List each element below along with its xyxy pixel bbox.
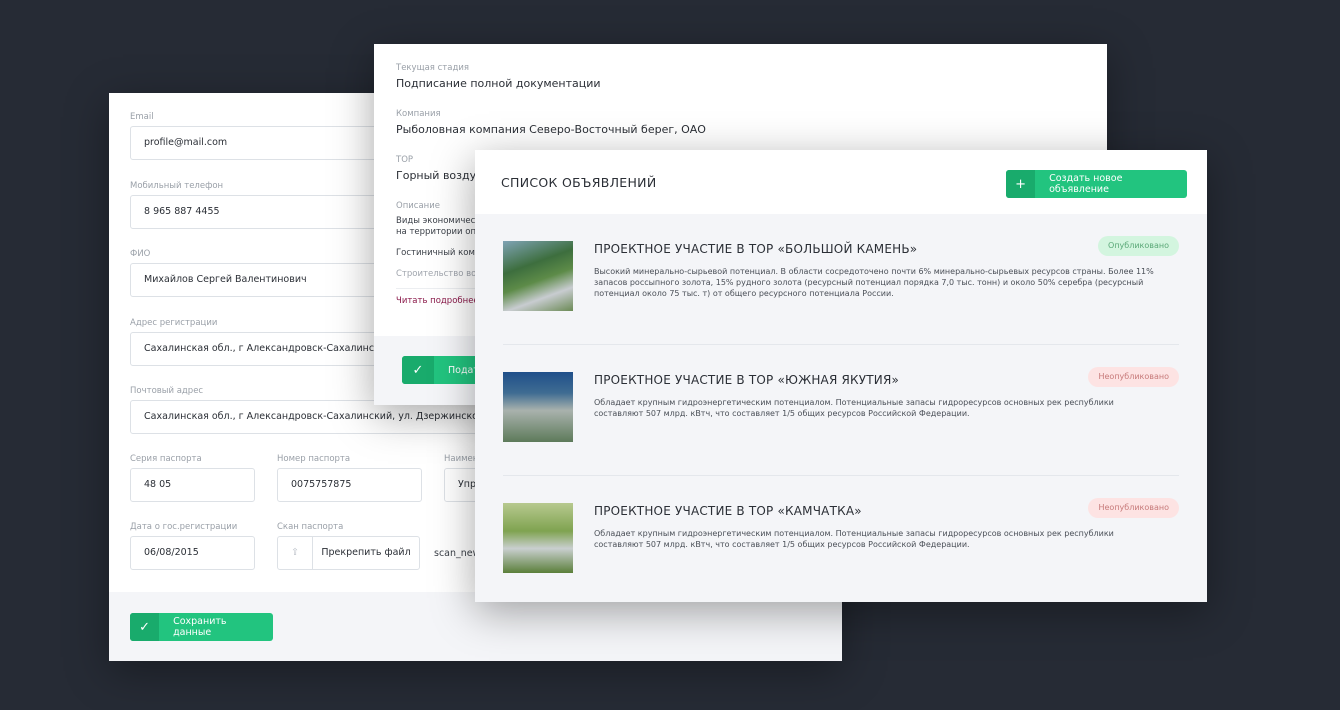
listings-card: СПИСОК ОБЪЯВЛЕНИЙ + Создать новое объявле… xyxy=(475,150,1207,602)
listing-thumbnail xyxy=(503,503,573,573)
create-listing-button[interactable]: + Создать новое объявление xyxy=(1006,170,1187,198)
read-more-link[interactable]: Читать подробнее xyxy=(396,296,479,306)
name-label: Наимен xyxy=(444,454,479,464)
reg-date-label: Дата о гос.регистрации xyxy=(130,522,238,532)
stage-value: Подписание полной документации xyxy=(396,77,601,90)
description-line: Виды экономическ xyxy=(396,216,481,226)
tor-label: ТОР xyxy=(396,155,414,165)
company-value: Рыболовная компания Северо-Восточный бер… xyxy=(396,123,706,136)
listing-title[interactable]: ПРОЕКТНОЕ УЧАСТИЕ В ТОР «БОЛЬШОЙ КАМЕНЬ» xyxy=(594,242,917,256)
listing-item[interactable]: ПРОЕКТНОЕ УЧАСТИЕ В ТОР «ЮЖНАЯ ЯКУТИЯ» О… xyxy=(503,345,1179,476)
description-line: на территории опе xyxy=(396,227,482,237)
field-label: ФИО xyxy=(130,249,151,259)
field-label: Мобильный телефон xyxy=(130,180,224,191)
reg-date-input[interactable]: 06/08/2015 xyxy=(130,536,255,570)
stage-label: Текущая стадия xyxy=(396,63,469,73)
description-item: Гостиничный комп xyxy=(396,248,481,258)
status-badge: Опубликовано xyxy=(1098,236,1179,256)
passport-number-input[interactable]: 0075757875 xyxy=(277,468,422,502)
attach-file-label: Прекрепить файл xyxy=(321,547,411,558)
status-badge: Неопубликовано xyxy=(1088,498,1179,518)
listing-item[interactable]: ПРОЕКТНОЕ УЧАСТИЕ В ТОР «БОЛЬШОЙ КАМЕНЬ»… xyxy=(503,214,1179,345)
listing-thumbnail xyxy=(503,241,573,311)
attach-file-button[interactable]: ⇪ Прекрепить файл xyxy=(277,536,420,570)
listing-title[interactable]: ПРОЕКТНОЕ УЧАСТИЕ В ТОР «КАМЧАТКА» xyxy=(594,504,862,518)
save-data-button[interactable]: ✓ Сохранить данные xyxy=(130,613,273,641)
plus-icon: + xyxy=(1006,170,1036,198)
listing-item[interactable]: ПРОЕКТНОЕ УЧАСТИЕ В ТОР «КАМЧАТКА» Облад… xyxy=(503,476,1179,602)
field-input[interactable]: Сахалинская обл., г Александровск-Сахали… xyxy=(130,400,510,434)
scan-label: Скан паспорта xyxy=(277,522,344,532)
passport-series-input[interactable]: 48 05 xyxy=(130,468,255,502)
status-badge: Неопубликовано xyxy=(1088,367,1179,387)
field-label: Почтовый адрес xyxy=(130,386,204,396)
description-label: Описание xyxy=(396,201,440,211)
company-label: Компания xyxy=(396,109,441,119)
listing-description: Высокий минерально-сырьевой потенциал. В… xyxy=(594,267,1154,298)
listings-title: СПИСОК ОБЪЯВЛЕНИЙ xyxy=(501,175,657,190)
create-listing-label: Создать новое объявление xyxy=(1049,173,1123,195)
listing-thumbnail xyxy=(503,372,573,442)
listings-list: ПРОЕКТНОЕ УЧАСТИЕ В ТОР «БОЛЬШОЙ КАМЕНЬ»… xyxy=(475,214,1207,602)
check-icon: ✓ xyxy=(130,613,160,641)
passport-series-label: Серия паспорта xyxy=(130,454,202,464)
check-icon: ✓ xyxy=(402,356,434,384)
save-label: Сохранить данные xyxy=(173,616,227,638)
upload-icon: ⇪ xyxy=(278,537,313,569)
field-label: Адрес регистрации xyxy=(130,317,218,328)
tor-value: Горный воздух xyxy=(396,169,483,182)
passport-number-label: Номер паспорта xyxy=(277,454,351,464)
divider xyxy=(396,288,486,289)
listing-description: Обладает крупным гидроэнергетическим пот… xyxy=(594,398,1114,418)
scan-filename: scan_new xyxy=(434,548,481,559)
listing-title[interactable]: ПРОЕКТНОЕ УЧАСТИЕ В ТОР «ЮЖНАЯ ЯКУТИЯ» xyxy=(594,373,899,387)
listing-description: Обладает крупным гидроэнергетическим пот… xyxy=(594,529,1114,549)
field-label: Email xyxy=(130,112,154,122)
description-item: Строительство во xyxy=(396,269,477,279)
